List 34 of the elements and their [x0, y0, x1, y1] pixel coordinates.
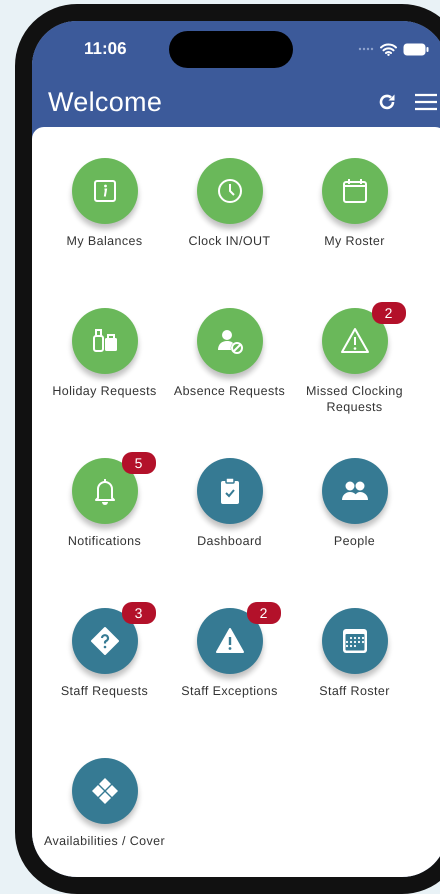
tile-label[interactable]: Notifications — [68, 533, 142, 549]
tile-button[interactable] — [72, 758, 138, 824]
tile-label[interactable]: Availabilities / Cover — [44, 833, 166, 849]
tile-button[interactable] — [322, 158, 388, 224]
tile-label[interactable]: My Roster — [324, 233, 385, 249]
battery-icon — [403, 42, 429, 56]
tile-button[interactable] — [196, 458, 262, 524]
count-badge: 2 — [246, 602, 280, 624]
tile-label[interactable]: Clock IN/OUT — [188, 233, 270, 249]
question-diamond-icon — [88, 625, 120, 657]
tile-button[interactable] — [196, 308, 262, 374]
tile-label[interactable]: Staff Exceptions — [181, 683, 278, 699]
tile-label[interactable]: My Balances — [66, 233, 142, 249]
tile-label[interactable]: Missed Clocking Requests — [294, 383, 416, 415]
count-badge: 5 — [122, 452, 156, 474]
tile-label[interactable]: Absence Requests — [174, 383, 286, 399]
signal-icon — [358, 47, 374, 51]
status-time: 11:06 — [84, 39, 127, 59]
tile-label[interactable]: Staff Requests — [60, 683, 148, 699]
tile-label[interactable]: Dashboard — [197, 533, 262, 549]
tile-label[interactable]: Staff Roster — [319, 683, 390, 699]
tile-button[interactable] — [196, 158, 262, 224]
count-badge: 2 — [372, 302, 406, 324]
wifi-icon — [380, 42, 397, 56]
menu-icon[interactable] — [415, 93, 437, 111]
page-title: Welcome — [48, 86, 162, 118]
tile-button[interactable] — [72, 158, 138, 224]
count-badge: 3 — [122, 602, 156, 624]
tile-button[interactable] — [322, 458, 388, 524]
tile-button[interactable] — [72, 308, 138, 374]
tile-button[interactable] — [322, 608, 388, 674]
tile-label[interactable]: People — [334, 533, 376, 549]
refresh-icon[interactable] — [377, 92, 397, 112]
tile-label[interactable]: Holiday Requests — [52, 383, 157, 399]
